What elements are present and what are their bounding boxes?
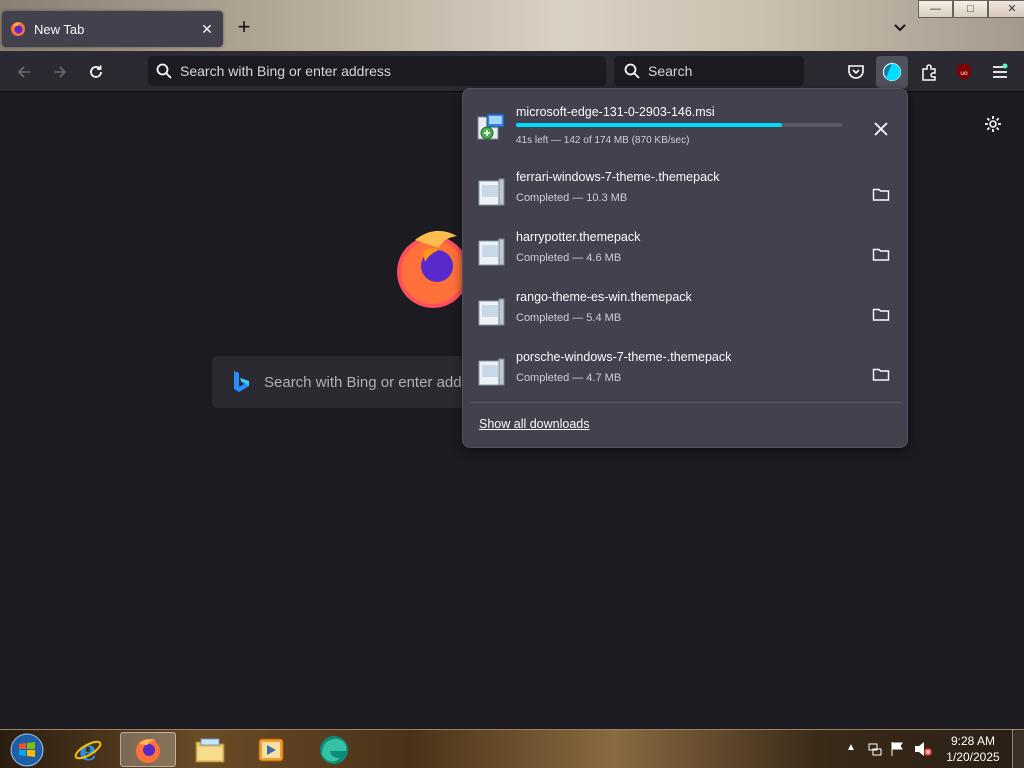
themepack-file-icon — [478, 358, 505, 386]
media-player-icon — [258, 738, 284, 761]
download-progress-icon — [882, 62, 902, 82]
firefox-icon — [136, 738, 160, 763]
start-button[interactable] — [4, 732, 50, 767]
search-bar-placeholder: Search — [648, 63, 693, 79]
tab-title: New Tab — [34, 21, 85, 37]
search-icon — [624, 63, 640, 79]
taskbar-file-explorer[interactable] — [184, 732, 236, 767]
download-status: Completed — 4.6 MB — [516, 252, 622, 264]
internet-explorer-icon: e — [74, 735, 102, 765]
downloads-panel: microsoft-edge-131-0-2903-146.msi 41s le… — [462, 88, 908, 448]
title-bar: New Tab ✕ + — □ ✕ — [0, 0, 1024, 51]
folder-icon — [872, 368, 890, 381]
themepack-file-icon — [478, 238, 505, 266]
search-bar[interactable]: Search — [614, 56, 804, 86]
show-hidden-icons-icon[interactable]: ▲ — [846, 742, 856, 753]
download-item-active[interactable]: microsoft-edge-131-0-2903-146.msi 41s le… — [463, 97, 909, 157]
folder-icon — [872, 308, 890, 321]
edge-icon — [320, 735, 348, 764]
personalize-button[interactable] — [983, 114, 1003, 139]
puzzle-piece-icon — [922, 64, 936, 81]
show-in-folder-button[interactable] — [869, 182, 893, 206]
svg-text:e: e — [79, 735, 97, 765]
tab-new-tab[interactable]: New Tab ✕ — [2, 11, 223, 47]
show-desktop-button[interactable] — [1012, 729, 1024, 768]
action-center-flag-icon[interactable] — [890, 741, 904, 757]
download-filename: microsoft-edge-131-0-2903-146.msi — [516, 105, 715, 119]
download-item[interactable]: ferrari-windows-7-theme-.themepack Compl… — [463, 162, 909, 222]
taskbar-firefox[interactable] — [120, 732, 176, 767]
installer-file-icon — [477, 113, 505, 140]
downloads-button[interactable] — [876, 56, 908, 88]
ublock-origin-button[interactable]: uo — [951, 59, 977, 85]
download-status: Completed — 10.3 MB — [516, 192, 628, 204]
minimize-button[interactable]: — — [918, 0, 953, 18]
reload-button[interactable] — [83, 59, 109, 85]
download-filename: ferrari-windows-7-theme-.themepack — [516, 170, 720, 184]
forward-arrow-icon — [54, 66, 67, 78]
address-bar-placeholder: Search with Bing or enter address — [180, 63, 391, 79]
bing-icon — [234, 371, 249, 392]
menu-button[interactable] — [987, 59, 1013, 85]
clock-time: 9:28 AM — [950, 734, 996, 748]
close-icon — [874, 122, 888, 136]
list-all-tabs-icon[interactable] — [890, 18, 910, 38]
show-all-downloads-link[interactable]: Show all downloads — [479, 417, 590, 431]
panel-divider — [471, 402, 901, 403]
download-progress-fill — [516, 123, 783, 127]
download-filename: porsche-windows-7-theme-.themepack — [516, 350, 732, 364]
firefox-favicon-icon — [11, 22, 25, 36]
download-status: 41s left — 142 of 174 MB (870 KB/sec) — [516, 135, 690, 146]
download-status: Completed — 4.7 MB — [516, 372, 622, 384]
download-item[interactable]: porsche-windows-7-theme-.themepack Compl… — [463, 342, 909, 402]
taskbar: e ▲ — [0, 729, 1024, 768]
hamburger-menu-icon — [993, 63, 1008, 78]
download-progress-bar — [516, 123, 842, 127]
svg-text:uo: uo — [960, 70, 968, 77]
clock-date: 1/20/2025 — [946, 750, 1000, 764]
show-in-folder-button[interactable] — [869, 302, 893, 326]
address-bar[interactable]: Search with Bing or enter address — [148, 56, 606, 86]
window-controls: — □ ✕ — [918, 0, 1024, 18]
windows-start-orb-icon — [10, 733, 44, 766]
search-icon — [156, 63, 172, 79]
pocket-icon — [848, 65, 864, 79]
firefox-logo-icon — [397, 230, 465, 308]
ublock-origin-icon: uo — [957, 64, 971, 80]
network-icon[interactable] — [867, 741, 883, 757]
new-tab-button[interactable]: + — [234, 16, 254, 38]
extensions-button[interactable] — [916, 59, 942, 85]
home-search-placeholder: Search with Bing or enter add — [264, 373, 462, 391]
back-arrow-icon — [17, 66, 30, 78]
back-button[interactable] — [11, 59, 37, 85]
tab-close-icon[interactable]: ✕ — [199, 21, 215, 38]
navigation-toolbar: Search with Bing or enter address Search… — [0, 51, 1024, 92]
taskbar-internet-explorer[interactable]: e — [62, 732, 114, 767]
folder-explorer-icon — [195, 738, 225, 762]
download-status: Completed — 5.4 MB — [516, 312, 622, 324]
volume-muted-icon[interactable] — [914, 741, 932, 757]
system-clock[interactable]: 9:28 AM 1/20/2025 — [940, 733, 1006, 765]
close-window-button[interactable]: ✕ — [988, 0, 1024, 18]
folder-icon — [872, 188, 890, 201]
cancel-download-button[interactable] — [869, 117, 893, 141]
themepack-file-icon — [478, 178, 505, 206]
themepack-file-icon — [478, 298, 505, 326]
download-item[interactable]: harrypotter.themepack Completed — 4.6 MB — [463, 222, 909, 282]
taskbar-edge[interactable] — [306, 732, 362, 767]
pocket-button[interactable] — [843, 59, 869, 85]
forward-button[interactable] — [47, 59, 73, 85]
download-item[interactable]: rango-theme-es-win.themepack Completed —… — [463, 282, 909, 342]
download-filename: rango-theme-es-win.themepack — [516, 290, 692, 304]
reload-icon — [90, 65, 102, 78]
maximize-button[interactable]: □ — [953, 0, 988, 18]
gear-icon — [985, 116, 1001, 132]
download-filename: harrypotter.themepack — [516, 230, 641, 244]
taskbar-media-player[interactable] — [244, 732, 298, 767]
show-in-folder-button[interactable] — [869, 242, 893, 266]
show-in-folder-button[interactable] — [869, 362, 893, 386]
folder-icon — [872, 248, 890, 261]
